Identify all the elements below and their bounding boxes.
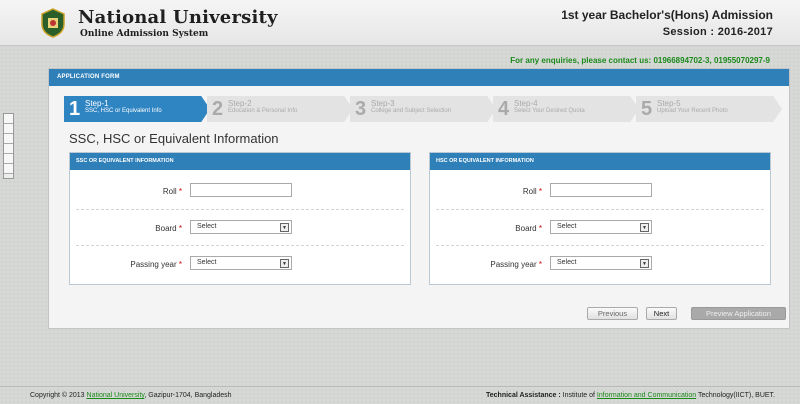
ssc-year-label: Passing year *	[130, 260, 182, 269]
ssc-year-row: Passing year * Select ▼	[70, 256, 410, 276]
step-label: Step-5	[657, 99, 681, 108]
ssc-year-value: Select	[197, 259, 217, 266]
admission-title: 1st year Bachelor's(Hons) Admission	[561, 8, 773, 22]
ssc-board-value: Select	[197, 223, 217, 230]
step-4[interactable]: 4 Step-4 Select Your Desired Quota	[493, 96, 639, 122]
next-button[interactable]: Next	[646, 307, 677, 320]
side-toolbar-button[interactable]	[4, 134, 13, 144]
hsc-box-heading: HSC OR EQUIVALENT INFORMATION	[430, 153, 770, 170]
previous-button[interactable]: Previous	[587, 307, 638, 320]
hsc-year-select[interactable]: Select ▼	[550, 256, 652, 270]
ssc-box-heading: SSC OR EQUIVALENT INFORMATION	[70, 153, 410, 170]
step-description: College and Subject Selection	[371, 108, 452, 114]
step-number: 2	[212, 98, 224, 120]
site-header: National University Online Admission Sys…	[0, 0, 800, 46]
chevron-down-icon: ▼	[280, 259, 289, 268]
ssc-board-select[interactable]: Select ▼	[190, 220, 292, 234]
application-form-header: APPLICATION FORM	[49, 69, 789, 86]
step-1[interactable]: 1 Step-1 SSC, HSC or Equivalent Info	[64, 96, 210, 122]
ssc-board-row: Board * Select ▼	[70, 220, 410, 240]
step-description: Select Your Desired Quota	[514, 108, 585, 114]
step-number: 1	[69, 98, 81, 120]
enquiry-phones: 01966894702-3, 01955070297-9	[653, 56, 770, 65]
tech-suffix: Technology(IICT), BUET.	[697, 392, 775, 399]
chevron-down-icon: ▼	[280, 223, 289, 232]
copyright-prefix: Copyright © 2013	[30, 392, 85, 399]
section-title: SSC, HSC or Equivalent Information	[69, 131, 279, 146]
enquiry-line: For any enquiries, please contact us: 01…	[510, 56, 770, 65]
university-logo-icon	[41, 8, 65, 38]
footer-copyright: Copyright © 2013 National University, Ga…	[30, 392, 232, 399]
ssc-board-label: Board *	[155, 224, 182, 233]
application-form-panel: APPLICATION FORM 1 Step-1 SSC, HSC or Eq…	[48, 68, 790, 329]
hsc-year-label: Passing year *	[490, 260, 542, 269]
hsc-board-row: Board * Select ▼	[430, 220, 770, 240]
step-number: 4	[498, 98, 510, 120]
hsc-year-value: Select	[557, 259, 577, 266]
ssc-roll-row: Roll *	[70, 183, 410, 203]
divider	[76, 245, 404, 246]
side-toolbar-button[interactable]	[4, 144, 13, 154]
hsc-board-select[interactable]: Select ▼	[550, 220, 652, 234]
hsc-roll-input[interactable]	[550, 183, 652, 197]
step-5[interactable]: 5 Step-5 Upload Your Recent Photo	[636, 96, 782, 122]
hsc-roll-label: Roll *	[522, 187, 542, 196]
chevron-down-icon: ▼	[640, 259, 649, 268]
ssc-roll-label: Roll *	[162, 187, 182, 196]
iict-link[interactable]: Information and Communication	[597, 392, 696, 399]
step-wizard: 1 Step-1 SSC, HSC or Equivalent Info 2 S…	[64, 96, 784, 123]
chevron-down-icon: ▼	[640, 223, 649, 232]
hsc-year-row: Passing year * Select ▼	[430, 256, 770, 276]
ssc-year-select[interactable]: Select ▼	[190, 256, 292, 270]
copyright-suffix: , Gazipur-1704, Bangladesh	[144, 392, 232, 399]
step-label: Step-2	[228, 99, 252, 108]
tech-prefix: Institute of	[562, 392, 595, 399]
hsc-board-value: Select	[557, 223, 577, 230]
step-label: Step-1	[85, 99, 109, 108]
divider	[436, 209, 764, 210]
step-number: 5	[641, 98, 653, 120]
side-toolbar-button[interactable]	[4, 154, 13, 164]
university-name: National University	[78, 7, 278, 28]
step-description: SSC, HSC or Equivalent Info	[85, 108, 162, 114]
step-number: 3	[355, 98, 367, 120]
session-label: Session : 2016-2017	[662, 26, 773, 38]
ssc-roll-input[interactable]	[190, 183, 292, 197]
ssc-info-box: SSC OR EQUIVALENT INFORMATION Roll * Boa…	[69, 152, 411, 285]
step-label: Step-4	[514, 99, 538, 108]
step-3[interactable]: 3 Step-3 College and Subject Selection	[350, 96, 496, 122]
preview-application-button[interactable]: Preview Application	[691, 307, 786, 320]
side-toolbar[interactable]	[3, 113, 14, 179]
step-description: Upload Your Recent Photo	[657, 108, 728, 114]
footer-tech-assistance: Technical Assistance : Institute of Info…	[486, 392, 775, 399]
hsc-board-label: Board *	[515, 224, 542, 233]
side-toolbar-button[interactable]	[4, 164, 13, 174]
hsc-info-box: HSC OR EQUIVALENT INFORMATION Roll * Boa…	[429, 152, 771, 285]
divider	[76, 209, 404, 210]
side-toolbar-button[interactable]	[4, 114, 13, 124]
tech-label: Technical Assistance :	[486, 392, 561, 399]
system-subtitle: Online Admission System	[80, 29, 209, 39]
step-description: Education & Personal Info	[228, 108, 298, 114]
enquiry-text: For any enquiries, please contact us:	[510, 56, 652, 65]
step-label: Step-3	[371, 99, 395, 108]
hsc-roll-row: Roll *	[430, 183, 770, 203]
side-toolbar-button[interactable]	[4, 124, 13, 134]
university-link[interactable]: National University	[87, 392, 145, 399]
divider	[436, 245, 764, 246]
step-2[interactable]: 2 Step-2 Education & Personal Info	[207, 96, 353, 122]
footer-divider	[0, 386, 800, 387]
